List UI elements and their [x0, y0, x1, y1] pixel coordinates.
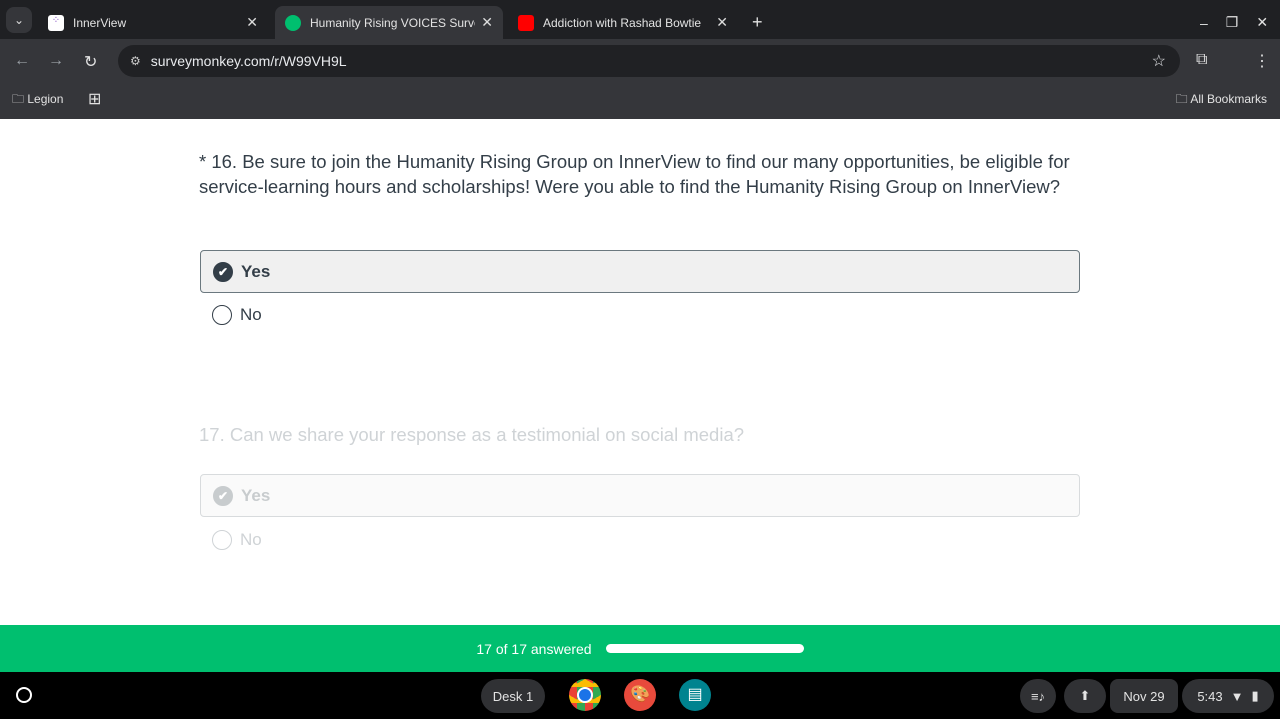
folder-icon: 🗀: [12, 92, 25, 106]
url-text: surveymonkey.com/r/W99VH9L: [150, 53, 347, 69]
option-label: Yes: [241, 261, 271, 281]
radio-icon: [212, 529, 232, 550]
q17-option-yes[interactable]: ✔ Yes: [200, 474, 1080, 517]
option-label: Yes: [241, 485, 271, 505]
q16-option-no[interactable]: No: [200, 293, 1080, 336]
youtube-icon: [518, 14, 534, 31]
window-controls: – ❐ ✕: [1190, 6, 1278, 39]
tab-strip: ⌄ ⁘ InnerView ✕ Humanity Rising VOICES Sur…: [0, 0, 1280, 39]
status-tray[interactable]: 5:43 ▼ ▮: [1182, 679, 1274, 713]
site-info-icon[interactable]: ⚙: [130, 54, 141, 68]
desk-button[interactable]: Desk 1: [481, 679, 545, 713]
minimize-icon[interactable]: –: [1200, 15, 1208, 31]
tab-search-button[interactable]: ⌄: [6, 7, 32, 33]
all-bookmarks-label: All Bookmarks: [1190, 92, 1267, 106]
option-label: No: [240, 304, 262, 324]
date-display[interactable]: Nov 29: [1110, 679, 1178, 713]
battery-icon: ▮: [1251, 688, 1259, 703]
question-16-text: * 16. Be sure to join the Humanity Risin…: [199, 151, 1070, 197]
close-tab-icon[interactable]: ✕: [481, 14, 493, 31]
clock: 5:43: [1197, 688, 1223, 704]
wifi-icon: ▼: [1230, 688, 1244, 704]
reload-icon[interactable]: ↻: [84, 52, 97, 72]
surveymonkey-icon: [285, 14, 301, 31]
question-17-text: 17. Can we share your response as a test…: [199, 424, 745, 445]
checkmark-icon: ✔: [213, 261, 233, 282]
q16-option-yes[interactable]: ✔ Yes: [200, 250, 1080, 293]
radio-icon: [212, 304, 232, 325]
close-tab-icon[interactable]: ✕: [716, 14, 728, 31]
progress-bar: [605, 644, 804, 653]
close-tab-icon[interactable]: ✕: [246, 14, 258, 31]
bookmark-legion[interactable]: 🗀 Legion: [12, 90, 63, 111]
survey-page: * 16. Be sure to join the Humanity Risin…: [0, 119, 1280, 625]
progress-footer: 17 of 17 answered: [0, 625, 1280, 672]
browser-toolbar: ← → ↻ ⚙ surveymonkey.com/r/W99VH9L ☆ ⧉ ⋮ 🗀…: [0, 39, 1280, 119]
innerview-icon: ⁘: [48, 14, 64, 31]
media-controls-icon[interactable]: ≡♪: [1020, 679, 1056, 713]
tab-youtube[interactable]: Addiction with Rashad Bowtie M ✕: [508, 6, 738, 39]
close-window-icon[interactable]: ✕: [1256, 14, 1268, 31]
bookmark-star-icon[interactable]: ☆: [1152, 51, 1166, 71]
checkmark-icon: ✔: [213, 485, 233, 506]
option-label: No: [240, 529, 262, 549]
app-icon[interactable]: ▤: [679, 679, 711, 711]
tab-innerview[interactable]: ⁘ InnerView ✕: [38, 6, 268, 39]
back-icon[interactable]: ←: [14, 52, 30, 70]
progress-label: 17 of 17 answered: [476, 640, 592, 657]
extensions-icon[interactable]: ⧉: [1196, 51, 1207, 69]
tab-survey[interactable]: Humanity Rising VOICES Survey ✕: [275, 6, 503, 39]
all-bookmarks[interactable]: 🗀 All Bookmarks: [1176, 90, 1267, 111]
menu-icon[interactable]: ⋮: [1254, 51, 1270, 71]
forward-icon[interactable]: →: [48, 52, 64, 70]
download-icon[interactable]: ⬆: [1064, 679, 1106, 713]
canvas-app-icon[interactable]: 🎨: [624, 679, 656, 711]
new-tab-button[interactable]: +: [742, 6, 773, 39]
launcher-button[interactable]: [8, 679, 40, 711]
launcher-icon: [16, 687, 32, 703]
apps-icon[interactable]: ⊞: [88, 89, 101, 109]
address-bar[interactable]: ⚙ surveymonkey.com/r/W99VH9L ☆: [118, 45, 1180, 77]
tab-title: Humanity Rising VOICES Survey: [310, 15, 475, 30]
q17-option-no[interactable]: No: [200, 518, 1080, 561]
tab-title: InnerView: [73, 15, 127, 30]
restore-icon[interactable]: ❐: [1226, 14, 1239, 31]
tab-title: Addiction with Rashad Bowtie M: [543, 15, 703, 30]
chrome-icon[interactable]: [569, 679, 601, 711]
folder-icon: 🗀: [1175, 92, 1188, 106]
bookmark-label: Legion: [27, 92, 64, 106]
